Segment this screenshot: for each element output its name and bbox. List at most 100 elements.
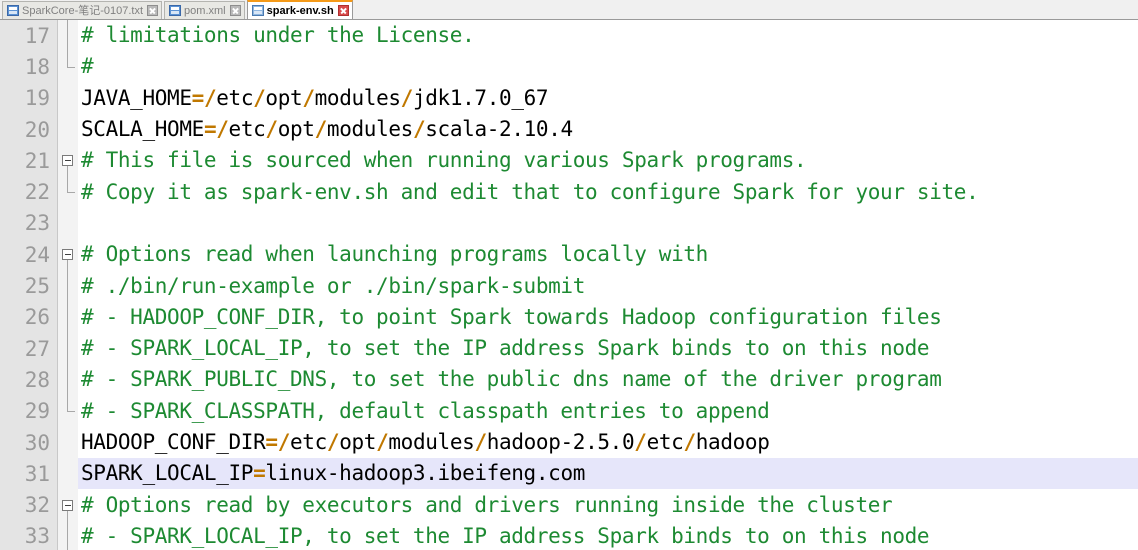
- code-token: jdk1.7.0_67: [412, 85, 549, 110]
- fold-line: [58, 332, 78, 365]
- line-number: 30: [0, 426, 58, 459]
- code-token: /: [314, 117, 328, 142]
- code-token: # Options read by executors and drivers …: [81, 492, 893, 517]
- code-text[interactable]: JAVA_HOME = / etc / opt / modules / jdk1.7.0_67: [78, 83, 1138, 114]
- code-line[interactable]: 28 # - SPARK_PUBLIC_DNS, to set the publi…: [0, 364, 1138, 396]
- code-token: modules: [314, 85, 401, 110]
- tab-1[interactable]: SparkCore-笔记-0107.txt: [2, 1, 163, 19]
- code-text[interactable]: # limitations under the License.: [78, 20, 1138, 51]
- code-text[interactable]: SPARK_LOCAL_IP = linux-hadoop3.ibeifeng.co…: [78, 458, 1138, 490]
- code-line[interactable]: 25 # ./bin/run-example or ./bin/spark-sub…: [0, 270, 1138, 302]
- file-saved-icon: [251, 5, 264, 16]
- fold-empty: [58, 207, 78, 240]
- code-text[interactable]: # - SPARK_LOCAL_IP, to set the IP addres…: [78, 333, 1138, 364]
- code-token: opt: [277, 117, 315, 142]
- fold-end-icon: [58, 395, 78, 427]
- fold-end-icon: [58, 176, 78, 208]
- line-number: 31: [0, 458, 58, 490]
- code-text[interactable]: # - SPARK_PUBLIC_DNS, to set the public …: [78, 364, 1138, 395]
- fold-line: [58, 520, 78, 550]
- code-token: opt: [339, 430, 377, 454]
- line-number: 25: [0, 270, 58, 302]
- code-token: opt: [265, 85, 303, 110]
- code-line[interactable]: 18 #: [0, 51, 1138, 83]
- code-token: # - SPARK_LOCAL_IP, to set the IP addres…: [81, 336, 930, 361]
- fold-line: [58, 364, 78, 396]
- code-line[interactable]: 32 # Options read by executors and driver…: [0, 489, 1138, 521]
- code-token: # Copy it as spark-env.sh and edit that …: [81, 179, 979, 204]
- code-token: hadoop: [695, 430, 770, 454]
- code-token: # - HADOOP_CONF_DIR, to point Spark towa…: [81, 304, 942, 329]
- code-token: /: [265, 117, 278, 142]
- code-token: SCALA_HOME: [81, 117, 204, 142]
- code-token: /: [474, 430, 487, 454]
- code-line[interactable]: 31 SPARK_LOCAL_IP = linux-hadoop3.ibeifeng.…: [0, 458, 1138, 490]
- code-token: # Options read when launching programs l…: [81, 242, 708, 267]
- close-icon[interactable]: [337, 5, 349, 16]
- code-text[interactable]: # - HADOOP_CONF_DIR, to point Spark towa…: [78, 302, 1138, 333]
- code-text[interactable]: [78, 208, 1138, 239]
- code-line[interactable]: 27 # - SPARK_LOCAL_IP, to set the IP addr…: [0, 332, 1138, 365]
- code-text[interactable]: # Options read by executors and drivers …: [78, 489, 1138, 520]
- code-token: modules: [326, 117, 413, 142]
- fold-empty: [58, 426, 78, 459]
- code-token: # This file is sourced when running vari…: [81, 148, 807, 173]
- line-number: 18: [0, 51, 58, 83]
- close-icon[interactable]: [147, 5, 159, 16]
- line-number: 22: [0, 176, 58, 208]
- code-text[interactable]: # Copy it as spark-env.sh and edit that …: [78, 176, 1138, 207]
- file-icon: [7, 5, 19, 16]
- code-token: # - SPARK_PUBLIC_DNS, to set the public …: [81, 367, 942, 392]
- tab-2[interactable]: pom.xml: [164, 1, 245, 19]
- code-line[interactable]: 33 # - SPARK_LOCAL_IP, to set the IP addr…: [0, 520, 1138, 550]
- line-number: 26: [0, 301, 58, 333]
- code-token: etc: [216, 85, 254, 110]
- code-text[interactable]: # Options read when launching programs l…: [78, 239, 1138, 270]
- code-text[interactable]: # ./bin/run-example or ./bin/spark-submi…: [78, 270, 1138, 301]
- code-token: =: [191, 85, 205, 110]
- code-editor[interactable]: 17 # limitations under the License. 18 #19 J…: [0, 20, 1138, 550]
- line-number: 32: [0, 489, 58, 521]
- code-line[interactable]: 24 # Options read when launching programs…: [0, 239, 1138, 271]
- code-token: /: [326, 430, 340, 454]
- fold-empty: [58, 82, 78, 114]
- tab-3[interactable]: spark-env.sh: [246, 0, 353, 19]
- code-text[interactable]: # - SPARK_CLASSPATH, default classpath e…: [78, 396, 1138, 427]
- code-token: etc: [290, 430, 327, 454]
- close-icon[interactable]: [229, 5, 241, 16]
- code-token: #: [81, 54, 94, 79]
- code-token: /: [400, 85, 414, 110]
- code-line[interactable]: 26 # - HADOOP_CONF_DIR, to point Spark to…: [0, 301, 1138, 333]
- code-line[interactable]: 23: [0, 207, 1138, 240]
- code-text[interactable]: SCALA_HOME = / etc / opt / modules / scala-2.10.4: [78, 114, 1138, 145]
- tab-label: spark-env.sh: [266, 4, 334, 17]
- code-line[interactable]: 17 # limitations under the License.: [0, 20, 1138, 52]
- code-token: # limitations under the License.: [81, 23, 475, 48]
- code-line[interactable]: 30 HADOOP_CONF_DIR = / etc / opt / modules / hadoo…: [0, 426, 1138, 459]
- fold-collapse-icon[interactable]: [58, 145, 78, 177]
- code-token: etc: [646, 430, 684, 454]
- line-number: 20: [0, 113, 58, 146]
- tab-label: SparkCore-笔记-0107.txt: [22, 4, 144, 17]
- code-line[interactable]: 22 # Copy it as spark-env.sh and edit tha…: [0, 176, 1138, 208]
- fold-collapse-icon[interactable]: [58, 489, 78, 521]
- line-number: 23: [0, 207, 58, 240]
- fold-empty: [58, 113, 78, 146]
- code-text[interactable]: #: [78, 51, 1138, 82]
- code-token: # - SPARK_CLASSPATH, default classpath e…: [81, 398, 770, 423]
- fold-collapse-icon[interactable]: [58, 239, 78, 271]
- code-line[interactable]: 19 JAVA_HOME = / etc / opt / modules / jdk1.7.0_67: [0, 82, 1138, 114]
- code-token: linux-hadoop3.ibeifeng.com: [265, 461, 586, 486]
- tab-bar[interactable]: SparkCore-笔记-0107.txt pom.xml spark-env.sh: [0, 0, 1138, 20]
- code-text[interactable]: # - SPARK_LOCAL_IP, to set the IP addres…: [78, 521, 1138, 550]
- code-line[interactable]: 29 # - SPARK_CLASSPATH, default classpath…: [0, 395, 1138, 427]
- code-line[interactable]: 20 SCALA_HOME = / etc / opt / modules / scala-2.10…: [0, 113, 1138, 146]
- code-text[interactable]: HADOOP_CONF_DIR = / etc / opt / modules / hadoop-…: [78, 427, 1138, 458]
- code-text[interactable]: # This file is sourced when running vari…: [78, 145, 1138, 176]
- code-line[interactable]: 21 # This file is sourced when running va…: [0, 145, 1138, 177]
- fold-empty: [58, 458, 78, 490]
- fold-line: [58, 270, 78, 302]
- code-token: hadoop-2.5.0: [486, 430, 635, 454]
- fold-line: [58, 20, 78, 52]
- code-token: SPARK_LOCAL_IP: [81, 461, 254, 486]
